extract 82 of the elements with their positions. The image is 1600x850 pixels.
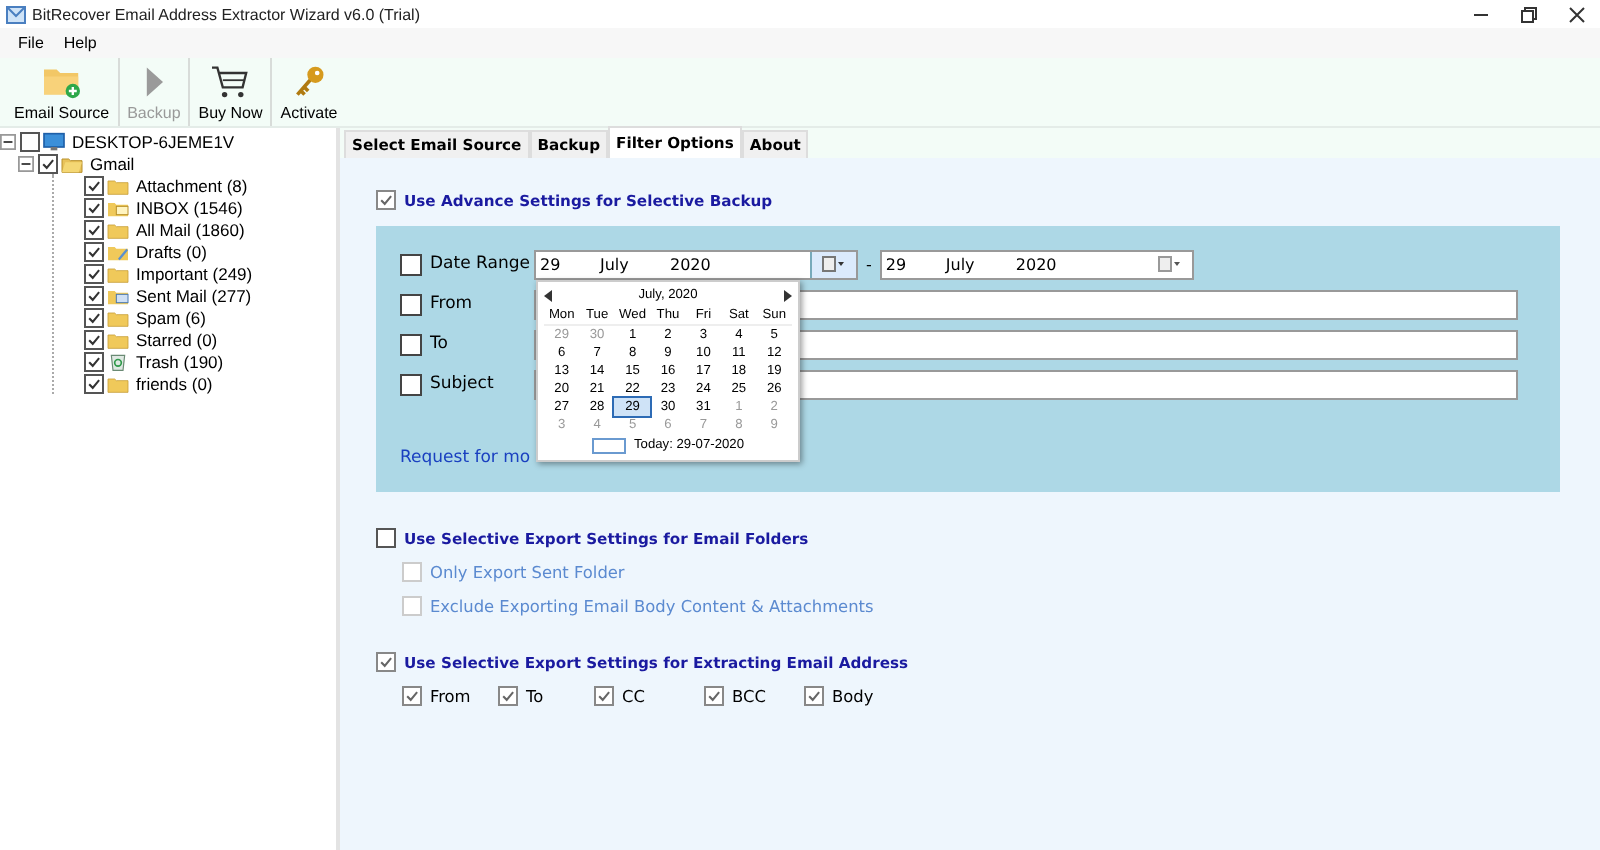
checkbox[interactable] <box>376 528 396 548</box>
folder-icon <box>106 329 130 349</box>
checkbox[interactable] <box>84 373 104 393</box>
menu-item[interactable]: File <box>8 34 54 52</box>
checkbox[interactable] <box>84 329 104 349</box>
option-label: BCC <box>732 686 766 706</box>
option-label: Only Export Sent Folder <box>430 562 625 582</box>
option-label: From <box>430 686 471 706</box>
tree-item[interactable]: INBOX (1546) <box>136 197 243 217</box>
option-label: Body <box>832 686 874 706</box>
checkbox[interactable] <box>84 197 104 217</box>
checkbox[interactable] <box>400 373 422 395</box>
folder-icon <box>106 219 130 239</box>
checkbox[interactable] <box>84 351 104 371</box>
tree-item[interactable]: Sent Mail (277) <box>136 285 252 305</box>
date-picker-button[interactable] <box>810 251 856 277</box>
checkbox[interactable] <box>84 175 104 195</box>
tree-item[interactable]: Drafts (0) <box>136 241 207 261</box>
field-label: To <box>430 334 448 354</box>
tree-item[interactable]: friends (0) <box>136 373 213 393</box>
menu-item[interactable]: Help <box>53 34 107 52</box>
restore-icon[interactable] <box>1519 5 1537 23</box>
checkbox[interactable] <box>38 153 58 173</box>
close-icon[interactable] <box>1567 5 1585 23</box>
collapse-toggle-icon[interactable] <box>18 155 34 171</box>
option-label: To <box>526 686 544 706</box>
checkbox[interactable] <box>400 293 422 315</box>
tree-item[interactable]: Important (249) <box>136 263 253 283</box>
checkbox[interactable] <box>20 131 40 151</box>
toolbar-button[interactable]: Activate <box>272 58 346 126</box>
checkbox[interactable] <box>704 686 724 706</box>
date-field[interactable]: 29 July 2020 <box>879 249 1194 279</box>
checkbox[interactable] <box>594 686 614 706</box>
checkbox[interactable] <box>84 263 104 283</box>
computer-icon <box>42 131 66 151</box>
cart-icon <box>210 63 251 99</box>
tree-item[interactable]: Attachment (8) <box>136 175 248 195</box>
app-icon <box>6 5 26 23</box>
recycle-bin-icon <box>106 351 130 371</box>
field-label: Date Range <box>430 254 530 274</box>
field-label: From <box>430 294 473 314</box>
calendar-dropdown-icon <box>822 256 846 272</box>
calendar-dropdown-icon <box>1157 256 1182 272</box>
checkbox[interactable] <box>84 219 104 239</box>
folder-icon <box>106 373 130 393</box>
folder-icon <box>106 263 130 283</box>
tree-item[interactable]: Trash (190) <box>136 351 224 371</box>
checkbox[interactable] <box>84 285 104 305</box>
request-link[interactable]: Request for mo <box>400 448 1560 468</box>
window-title: BitRecover Email Address Extractor Wizard v6.0 (Trial) <box>32 5 422 23</box>
collapse-toggle-icon[interactable] <box>0 133 16 149</box>
checkbox[interactable] <box>376 190 396 210</box>
field-label: Subject <box>430 374 494 394</box>
sent-folder-icon <box>106 285 130 305</box>
next-month-icon[interactable] <box>783 289 792 301</box>
tree-item[interactable]: Spam (6) <box>136 307 206 327</box>
tree-item[interactable]: DESKTOP-6JEME1V <box>72 131 235 151</box>
folder-icon <box>106 307 130 327</box>
inbox-folder-icon <box>106 197 130 217</box>
previous-month-icon[interactable] <box>544 289 552 301</box>
range-separator: - <box>866 255 872 273</box>
toolbar-button[interactable]: Buy Now <box>190 58 273 126</box>
checkbox[interactable] <box>498 686 518 706</box>
checkbox[interactable] <box>84 241 104 261</box>
checkbox[interactable] <box>402 686 422 706</box>
checkbox[interactable] <box>84 307 104 327</box>
drafts-folder-icon <box>106 241 130 261</box>
folder-icon <box>60 153 84 173</box>
tree-item[interactable]: Gmail <box>90 153 135 173</box>
checkbox[interactable] <box>804 686 824 706</box>
tree-item[interactable]: All Mail (1860) <box>136 219 245 239</box>
folder-add-icon <box>41 63 82 99</box>
tree-item[interactable]: Starred (0) <box>136 329 218 349</box>
toolbar-button[interactable]: Email Source <box>6 58 120 126</box>
option-label: Exclude Exporting Email Body Content & Attachments <box>430 596 874 616</box>
checkbox[interactable] <box>400 333 422 355</box>
today-marker-icon <box>592 437 626 453</box>
date-field[interactable]: 29 July 2020 <box>534 249 858 279</box>
checkbox[interactable] <box>400 253 422 275</box>
checkbox[interactable] <box>376 652 396 672</box>
option-label: CC <box>622 686 645 706</box>
folder-icon <box>106 175 130 195</box>
